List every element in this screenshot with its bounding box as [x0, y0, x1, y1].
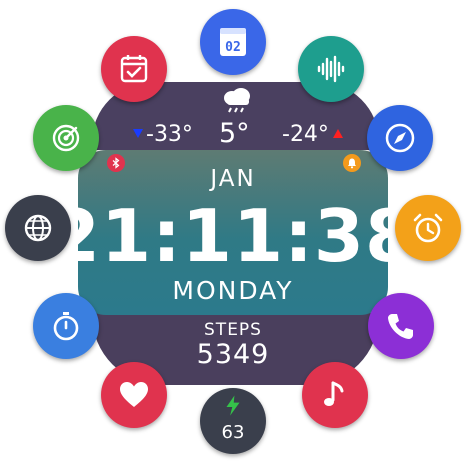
high-temp-indicator	[333, 129, 343, 138]
music-button[interactable]	[302, 362, 368, 428]
alarm-button[interactable]	[395, 195, 461, 261]
stopwatch-button[interactable]	[33, 293, 99, 359]
phone-button[interactable]	[368, 293, 434, 359]
radar-icon	[52, 124, 80, 152]
radar-button[interactable]	[33, 105, 99, 171]
high-temperature: -24°	[282, 122, 329, 147]
watch-face: -33° 5° -24° JAN 21:11:38 MONDAY STEPS 5…	[0, 0, 466, 466]
lightning-bolt-icon	[226, 395, 240, 416]
low-temperature: -33°	[146, 122, 193, 147]
calendar-button[interactable]	[101, 36, 167, 102]
calendar-check-icon	[120, 55, 148, 83]
battery-widget[interactable]	[200, 388, 266, 454]
sound-wave-icon	[317, 55, 345, 83]
globe-icon	[24, 214, 52, 242]
heart-icon	[120, 382, 148, 407]
browser-button[interactable]	[5, 195, 71, 261]
voice-recorder-button[interactable]	[298, 36, 364, 102]
music-note-icon	[324, 381, 344, 406]
date-app-icon-text: 02	[225, 40, 241, 55]
compass-button[interactable]	[367, 105, 433, 171]
current-temperature: 5°	[219, 118, 250, 149]
battery-level: 63	[221, 422, 245, 443]
rain-cloud-icon	[224, 88, 250, 113]
calendar-date-icon: 02	[220, 28, 246, 56]
phone-icon	[388, 314, 413, 339]
alarm-clock-icon	[413, 213, 443, 243]
compass-icon	[385, 123, 415, 153]
date-app-button[interactable]: 02	[200, 9, 266, 75]
stopwatch-icon	[53, 312, 79, 341]
heart-rate-button[interactable]	[101, 362, 167, 428]
low-temp-indicator	[133, 129, 143, 138]
